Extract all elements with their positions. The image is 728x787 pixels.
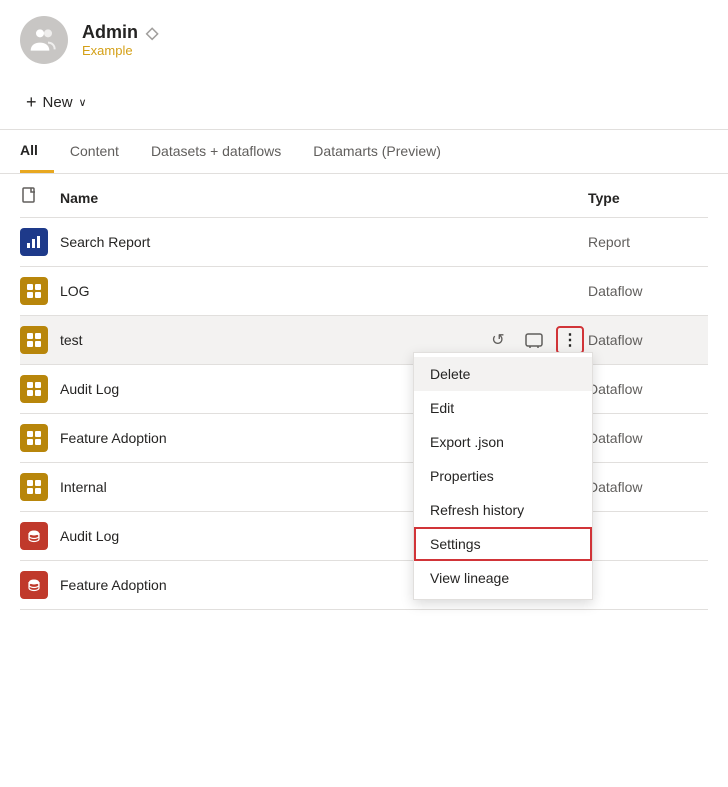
row-name-1: Search Report (60, 234, 588, 250)
table-row: Audit Log Dataflow (20, 365, 708, 414)
more-options-button[interactable]: ⋮ (556, 326, 584, 354)
dataflow-icon (20, 277, 48, 305)
table-row: Search Report Report (20, 218, 708, 267)
tabs-container: All Content Datasets + dataflows Datamar… (0, 130, 728, 174)
row-icon-1 (20, 228, 60, 256)
people-icon (28, 24, 60, 56)
row-type-5: Dataflow (588, 430, 708, 446)
table-row: Feature Adoption (20, 561, 708, 610)
workspace-subtitle[interactable]: Example (82, 43, 158, 58)
refresh-icon[interactable]: ↺ (484, 326, 512, 354)
menu-item-delete[interactable]: Delete (414, 357, 592, 391)
tab-content[interactable]: Content (54, 131, 135, 173)
dataflow-symbol-icon (26, 430, 42, 446)
dataflow-symbol-icon (26, 332, 42, 348)
table-row: Audit Log (20, 512, 708, 561)
new-button[interactable]: + New ∨ (20, 88, 93, 117)
database-icon (20, 571, 48, 599)
row-icon-7 (20, 522, 60, 550)
menu-item-export[interactable]: Export .json (414, 425, 592, 459)
schedule-icon[interactable] (520, 326, 548, 354)
table-row: Feature Adoption Dataflow (20, 414, 708, 463)
dataflow-icon (20, 473, 48, 501)
new-label: New (43, 94, 73, 111)
menu-item-refresh-history[interactable]: Refresh history (414, 493, 592, 527)
workspace-info: Admin ◇ Example (82, 22, 158, 58)
tab-datamarts[interactable]: Datamarts (Preview) (297, 131, 457, 173)
menu-item-properties[interactable]: Properties (414, 459, 592, 493)
database-symbol-icon (26, 577, 42, 593)
row-name-2: LOG (60, 283, 588, 299)
content-table: Name Type Search Report Report (0, 174, 728, 610)
row-actions-3: ↺ ⋮ (484, 326, 584, 354)
row-type-4: Dataflow (588, 381, 708, 397)
menu-item-view-lineage[interactable]: View lineage (414, 561, 592, 595)
database-symbol-icon (26, 528, 42, 544)
dataflow-icon (20, 424, 48, 452)
workspace-header: Admin ◇ Example (0, 0, 728, 80)
row-name-3: test (60, 332, 484, 348)
row-type-1: Report (588, 234, 708, 250)
row-type-6: Dataflow (588, 479, 708, 495)
report-icon (20, 228, 48, 256)
row-icon-2 (20, 277, 60, 305)
file-icon (20, 186, 40, 206)
row-icon-3 (20, 326, 60, 354)
table-header-row: Name Type (20, 174, 708, 218)
database-icon (20, 522, 48, 550)
table-row: LOG Dataflow (20, 267, 708, 316)
menu-item-edit[interactable]: Edit (414, 391, 592, 425)
dataflow-icon (20, 326, 48, 354)
menu-item-settings[interactable]: Settings (414, 527, 592, 561)
table-row: Internal Dataflow (20, 463, 708, 512)
chevron-down-icon: ∨ (79, 96, 87, 109)
dataflow-symbol-icon (26, 381, 42, 397)
premium-icon: ◇ (146, 23, 158, 43)
bar-chart-icon (26, 234, 42, 250)
row-type-2: Dataflow (588, 283, 708, 299)
row-type-3: Dataflow (588, 332, 708, 348)
tab-all[interactable]: All (20, 130, 54, 173)
context-menu: Delete Edit Export .json Properties Refr… (413, 352, 593, 600)
workspace-avatar (20, 16, 68, 64)
row-icon-6 (20, 473, 60, 501)
col-header-icon (20, 186, 60, 209)
workspace-name: Admin (82, 22, 138, 43)
tab-datasets[interactable]: Datasets + dataflows (135, 131, 297, 173)
monitor-clock-icon (525, 331, 543, 349)
col-header-name: Name (60, 190, 588, 206)
dataflow-symbol-icon (26, 283, 42, 299)
col-header-type: Type (588, 190, 708, 206)
dataflow-symbol-icon (26, 479, 42, 495)
row-icon-8 (20, 571, 60, 599)
plus-icon: + (26, 92, 37, 113)
row-icon-5 (20, 424, 60, 452)
row-icon-4 (20, 375, 60, 403)
workspace-name-row: Admin ◇ (82, 22, 158, 43)
table-row: test ↺ ⋮ Dataflow Delete Edit Export .js… (20, 316, 708, 365)
dataflow-icon (20, 375, 48, 403)
toolbar: + New ∨ (0, 80, 728, 130)
